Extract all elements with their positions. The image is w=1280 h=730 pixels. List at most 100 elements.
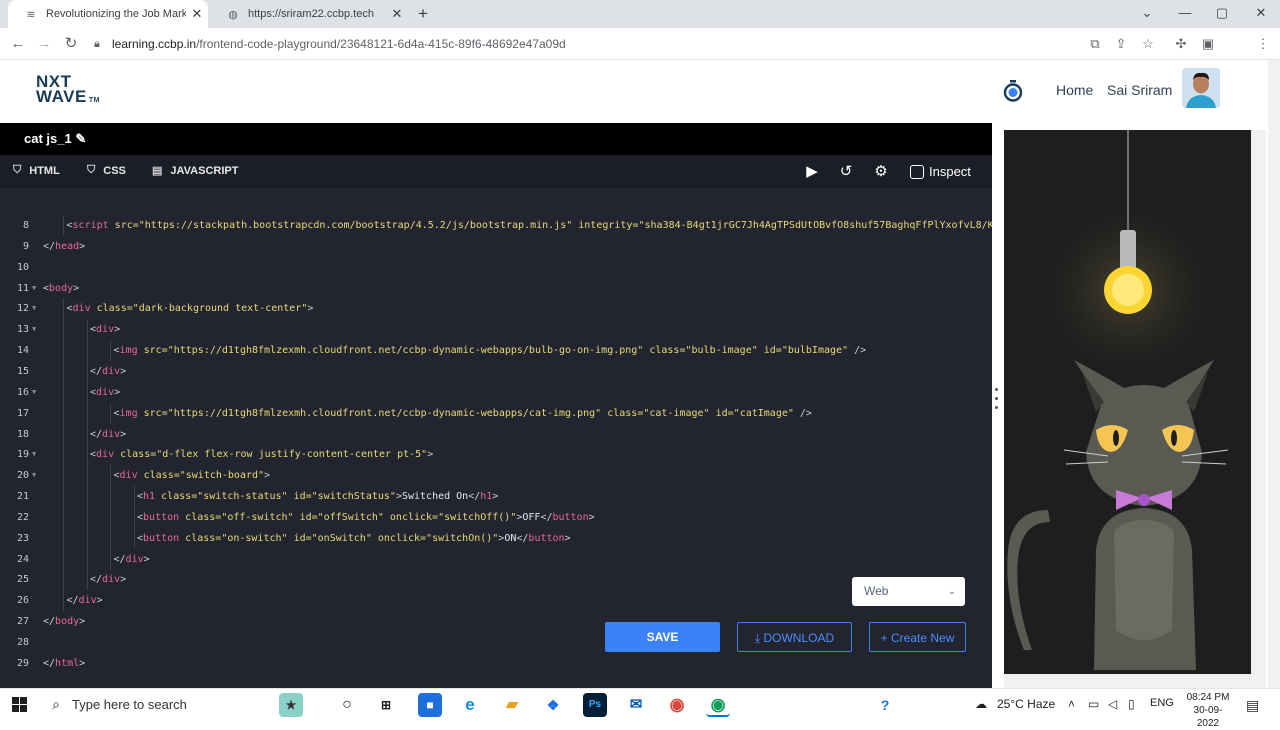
- tab-css[interactable]: ⛉ CSS: [87, 164, 126, 177]
- code-line[interactable]: 14 <img src="https://d1tgh8fmlzexmh.cloud…: [0, 340, 992, 362]
- code-line[interactable]: 11 ▼ <body>: [0, 278, 992, 299]
- indent-guide: [86, 402, 88, 424]
- weather-icon[interactable]: ☁: [975, 697, 987, 711]
- file-explorer-icon[interactable]: ▰: [500, 693, 524, 717]
- code-editor[interactable]: 8 <script src="https://stackpath.bootstra…: [0, 188, 992, 688]
- close-window-button[interactable]: ✕: [1242, 0, 1280, 28]
- tab-javascript[interactable]: ▤ JAVASCRIPT: [152, 164, 238, 178]
- code-line[interactable]: 23 <button class="on-switch" id="onSwitch…: [0, 527, 992, 549]
- browser-tab-inactive[interactable]: ◍ https://sriram22.ccbp.tech ✕: [210, 0, 408, 28]
- code-line[interactable]: 15 </div>: [0, 360, 992, 382]
- run-play-icon[interactable]: ▶: [802, 162, 822, 182]
- stopwatch-icon[interactable]: [1003, 80, 1023, 102]
- forward-arrow-icon[interactable]: →: [33, 33, 55, 55]
- reload-icon[interactable]: ↻: [60, 33, 82, 55]
- tray-expand-icon[interactable]: ˄: [1068, 697, 1075, 711]
- fold-arrow-icon[interactable]: ▼: [32, 444, 36, 465]
- inspect-checkbox[interactable]: [910, 164, 924, 179]
- bookmark-star-icon[interactable]: ☆: [1137, 33, 1159, 55]
- code-line[interactable]: 8 <script src="https://stackpath.bootstra…: [0, 215, 992, 236]
- settings-gear-icon[interactable]: ⚙: [871, 162, 891, 182]
- mail-icon[interactable]: ✉: [624, 693, 648, 717]
- code-line[interactable]: 25 </div>: [0, 569, 992, 591]
- photoshop-icon[interactable]: Ps: [583, 693, 607, 717]
- extensions-puzzle-icon[interactable]: ✣: [1170, 33, 1192, 55]
- code-line[interactable]: 18 </div>: [0, 423, 992, 445]
- project-bar: cat js_1 ✎: [0, 123, 992, 155]
- browser-menu-icon[interactable]: ⋮: [1252, 33, 1274, 55]
- code-token: />: [848, 345, 867, 357]
- edge-icon[interactable]: e: [458, 693, 482, 717]
- url-field[interactable]: 🔒︎ learning.ccbp.in/frontend-code-playgr…: [94, 31, 1164, 57]
- new-tab-button[interactable]: +: [412, 4, 434, 24]
- nxtwave-logo[interactable]: NXT WAVE TM: [36, 73, 100, 108]
- fold-arrow-icon[interactable]: ▼: [32, 298, 36, 319]
- chrome-active-icon[interactable]: ◉: [706, 693, 730, 717]
- code-line[interactable]: 26 </div>: [0, 590, 992, 612]
- language-indicator[interactable]: ENG: [1150, 697, 1174, 709]
- fold-arrow-icon[interactable]: ▼: [32, 319, 36, 340]
- side-panel-icon[interactable]: ▣: [1197, 33, 1219, 55]
- code-text: </div>: [90, 361, 126, 382]
- code-line[interactable]: 13 ▼ <div>: [0, 319, 992, 341]
- reset-icon[interactable]: ↺: [836, 162, 856, 182]
- open-in-app-icon[interactable]: ⧉: [1084, 33, 1106, 55]
- tab-html[interactable]: ⛉ HTML: [13, 164, 60, 177]
- preview-horizontal-scrollbar[interactable]: [1004, 674, 1266, 688]
- code-line[interactable]: 24 </div>: [0, 548, 992, 570]
- code-line[interactable]: 10: [0, 257, 992, 278]
- code-line[interactable]: 29 </html>: [0, 653, 992, 674]
- project-title[interactable]: cat js_1 ✎: [24, 131, 86, 147]
- notifications-icon[interactable]: ▤: [1246, 697, 1259, 714]
- share-icon[interactable]: ⇪: [1110, 33, 1132, 55]
- save-button[interactable]: SAVE: [605, 622, 720, 652]
- code-line[interactable]: 16 ▼ <div>: [0, 381, 992, 403]
- close-tab-icon[interactable]: ✕: [186, 6, 208, 22]
- close-tab-icon[interactable]: ✕: [386, 6, 408, 22]
- weather-text[interactable]: 25°C Haze: [997, 697, 1055, 711]
- user-name[interactable]: Sai Sriram: [1107, 82, 1172, 98]
- code-line[interactable]: 19 ▼ <div class="d-flex flex-row justify-c…: [0, 444, 992, 466]
- back-arrow-icon[interactable]: ←: [7, 33, 29, 55]
- edit-pencil-icon[interactable]: ✎: [75, 131, 86, 146]
- network-icon[interactable]: ▭: [1088, 697, 1099, 711]
- resize-grip-icon[interactable]: [995, 388, 999, 420]
- fold-arrow-icon[interactable]: ▼: [32, 278, 36, 299]
- cortana-circle-icon[interactable]: ○: [335, 693, 359, 717]
- browser-tab-active[interactable]: ≋ Revolutionizing the Job Market | ✕: [8, 0, 208, 28]
- code-token: onclick=: [383, 511, 439, 523]
- help-icon[interactable]: ?: [873, 693, 897, 717]
- battery-icon[interactable]: ▯: [1128, 697, 1135, 711]
- indent-guide: [86, 527, 88, 549]
- home-link[interactable]: Home: [1056, 82, 1093, 98]
- code-token: "switch-status": [197, 491, 288, 503]
- maximize-button[interactable]: ▢: [1203, 0, 1241, 28]
- view-mode-select[interactable]: Web ⌄: [852, 577, 965, 606]
- user-avatar[interactable]: [1182, 68, 1220, 108]
- code-line[interactable]: 12 ▼ <div class="dark-background text-cent…: [0, 298, 992, 320]
- dropbox-icon[interactable]: ❖: [541, 693, 565, 717]
- clock[interactable]: 08:24 PM 30-09-2022: [1183, 691, 1233, 730]
- fold-arrow-icon[interactable]: ▼: [32, 382, 36, 403]
- code-line[interactable]: 20 ▼ <div class="switch-board">: [0, 465, 992, 487]
- minimize-button[interactable]: —: [1166, 0, 1204, 28]
- fold-arrow-icon[interactable]: ▼: [32, 465, 36, 486]
- store-icon[interactable]: ■: [418, 693, 442, 717]
- code-line[interactable]: 9 </head>: [0, 236, 992, 257]
- page-scrollbar[interactable]: [1268, 60, 1280, 688]
- chrome-icon[interactable]: ◉: [665, 693, 689, 717]
- line-number: 21: [16, 491, 29, 503]
- code-token: "switchOff()": [438, 511, 517, 523]
- inspect-toggle[interactable]: Inspect: [910, 164, 971, 179]
- preview-vertical-scrollbar[interactable]: [1251, 130, 1266, 674]
- search-highlight-icon[interactable]: ★: [279, 693, 303, 717]
- code-line[interactable]: 22 <button class="off-switch" id="offSwit…: [0, 506, 992, 528]
- volume-icon[interactable]: ◁: [1108, 697, 1117, 711]
- windows-start-icon[interactable]: [12, 697, 28, 713]
- code-line[interactable]: 17 <img src="https://d1tgh8fmlzexmh.cloud…: [0, 402, 992, 424]
- tab-search-chevron-icon[interactable]: ⌄: [1128, 0, 1166, 28]
- create-new-button[interactable]: + Create New: [869, 622, 966, 652]
- download-button[interactable]: ⤓ DOWNLOAD: [737, 622, 852, 652]
- code-line[interactable]: 21 <h1 class="switch-status" id="switchSt…: [0, 486, 992, 508]
- task-view-icon[interactable]: ⊞: [374, 693, 398, 717]
